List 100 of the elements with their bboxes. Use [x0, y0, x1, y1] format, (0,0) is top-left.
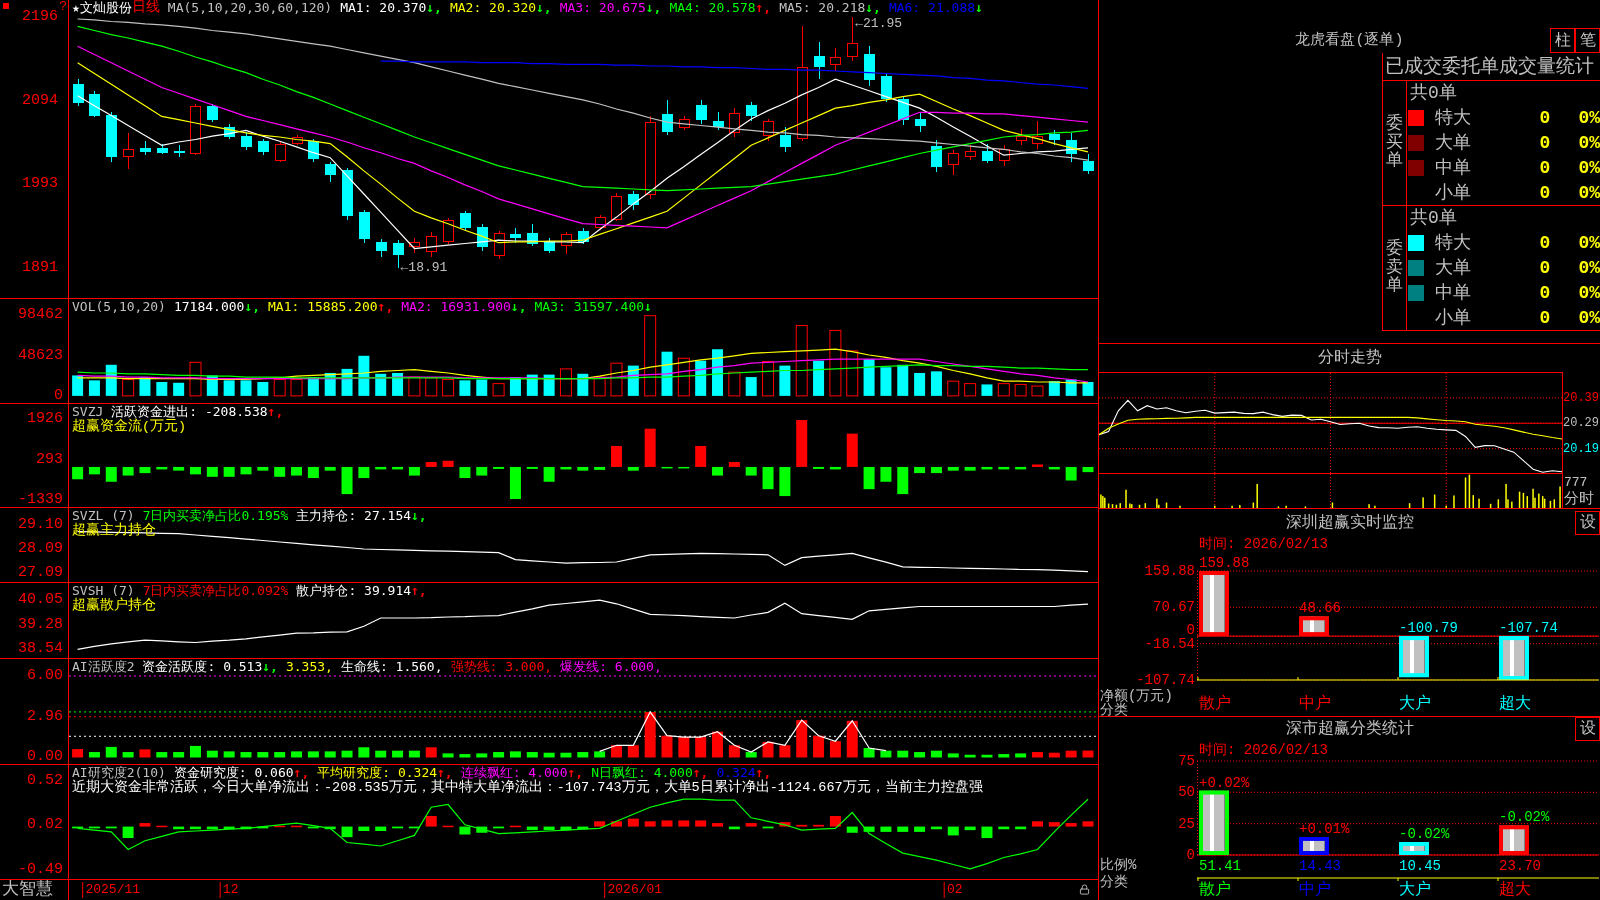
value-label: 159.88 — [1199, 556, 1250, 570]
axis-label: 20.39 — [1563, 390, 1599, 405]
axis-label: 0.52 — [27, 772, 63, 789]
legend-text: MA(5,10,20,30,60,120) — [167, 0, 333, 15]
order-count: 0 — [1539, 107, 1551, 128]
order-size-label: 特大 — [1435, 107, 1471, 128]
chart-subtitle: 时间: 2026/02/13 — [1199, 536, 1328, 552]
category-label: 散户 — [1199, 696, 1231, 712]
axis-label: 1926 — [27, 411, 63, 428]
legend-text: 散户持仓: 39.914 — [296, 583, 412, 598]
summary-text: 近期大资金非常活跃，今日大单净流出：-208.535万元，其中特大单净流出：-107.743万元，大单5日累计净出-1124.667万元，当前主力控盘强 — [72, 780, 983, 795]
axis-label: 75 — [1178, 754, 1195, 768]
order-count: 0 — [1539, 257, 1551, 278]
category-label: 大户 — [1399, 882, 1431, 898]
order-percent: 0% — [1578, 182, 1600, 203]
legend-text: 强势线: 3.000, — [450, 659, 553, 674]
order-size-label: 大单 — [1435, 257, 1471, 278]
order-percent: 0% — [1578, 257, 1600, 278]
value-label: -107.74 — [1499, 621, 1558, 636]
legend-text: 0.324 — [716, 765, 756, 780]
legend-text: MA5: 20.218 — [779, 0, 866, 15]
axis-label: -0.49 — [18, 861, 63, 878]
category-label: 超大 — [1499, 882, 1531, 898]
legend-text: MA2: 16931.900 — [401, 299, 511, 314]
change-label: -0.02% — [1499, 810, 1550, 825]
legend-text: MA1: 20.370 — [340, 0, 427, 15]
legend-text: 3.353, — [285, 659, 333, 674]
axis-title: 分类 — [1100, 875, 1128, 889]
axis-label: 25 — [1178, 816, 1195, 831]
axis-label: 0 — [1186, 622, 1195, 637]
chart-subtitle: 时间: 2026/02/13 — [1199, 741, 1328, 758]
value-label: 10.45 — [1399, 859, 1441, 873]
chart-title: 深市超赢分类统计 — [1285, 720, 1414, 738]
axis-label: 1993 — [22, 176, 58, 193]
order-count: 0 — [1539, 307, 1551, 328]
axis-label: 38.54 — [18, 641, 63, 658]
legend-text: SVZL (7) — [72, 508, 135, 523]
order-count: 0 — [1539, 132, 1551, 153]
legend-text: VOL(5,10,20) — [72, 299, 166, 314]
order-count: 0 — [1539, 232, 1551, 253]
date-label: 2026/01 — [604, 882, 663, 898]
value-label: -100.79 — [1399, 621, 1458, 636]
value-label: 51.41 — [1199, 859, 1241, 873]
legend-text: 连续飘红: 4.000 — [460, 765, 568, 780]
axis-label: -1339 — [18, 492, 63, 508]
order-count: 0 — [1539, 157, 1551, 178]
period-label: 分时 — [1564, 492, 1594, 508]
order-count: 0 — [1539, 182, 1551, 203]
brand-text: 大智慧 — [2, 881, 53, 899]
axis-label: 40.05 — [18, 591, 63, 608]
legend-text: AI活跃度2 — [72, 659, 135, 674]
axis-label: 50 — [1178, 785, 1195, 800]
help-mark: ? — [59, 0, 67, 13]
indicator-subtitle: 超赢资金流(万元) — [72, 419, 187, 434]
legend-text: MA4: 20.578 — [669, 0, 756, 15]
category-label: 中户 — [1299, 696, 1331, 712]
chart-title: 深圳超赢实时监控 — [1285, 513, 1414, 532]
axis-label: 2.96 — [27, 709, 63, 726]
order-percent: 0% — [1578, 307, 1600, 328]
category-label: 大户 — [1399, 696, 1431, 712]
order-size-label: 小单 — [1435, 182, 1471, 203]
value-label: 23.70 — [1499, 859, 1541, 873]
legend-text: 7日内买卖净占比0.195% — [142, 508, 289, 523]
change-label: +0.02% — [1199, 775, 1250, 790]
axis-label: 2094 — [22, 92, 58, 109]
legend-text: MA2: 20.320 — [449, 0, 537, 15]
axis-title: 比例% — [1100, 858, 1137, 872]
order-size-label: 中单 — [1435, 157, 1471, 178]
axis-label: 6.00 — [27, 667, 63, 684]
table-title: 已成交委托单成交量统计 — [1385, 55, 1594, 78]
legend-text: MA6: 21.088 — [888, 0, 976, 15]
chart-title: 分时走势 — [1317, 349, 1382, 367]
order-percent: 0% — [1578, 232, 1600, 253]
axis-label: 48623 — [18, 348, 63, 365]
legend-text: 活跃资金进出: -208.538 — [111, 404, 268, 419]
date-label: 02 — [943, 882, 963, 898]
order-count: 0 — [1539, 282, 1551, 303]
order-size-label: 小单 — [1435, 307, 1471, 328]
category-label: 中户 — [1299, 882, 1331, 898]
axis-label: 2196 — [22, 8, 58, 25]
axis-label: 159.88 — [1144, 564, 1195, 578]
category-label: 散户 — [1199, 882, 1231, 898]
legend-text: 资金活跃度: 0.513 — [142, 659, 263, 674]
axis-label: -18.54 — [1144, 636, 1195, 651]
value-label: 48.66 — [1299, 601, 1341, 616]
axis-label: 27.09 — [18, 565, 63, 582]
axis-title: 净额(万元) — [1100, 689, 1173, 703]
axis-label: 20.19 — [1563, 441, 1599, 456]
legend-text: N日飘红: 4.000 — [591, 765, 693, 780]
axis-label: 39.28 — [18, 616, 63, 633]
price-annotation: ←18.91 — [400, 261, 448, 276]
axis-label: 70.67 — [1153, 600, 1195, 615]
order-percent: 0% — [1578, 107, 1600, 128]
axis-label: 0 — [1186, 848, 1195, 862]
legend-text: MA1: 15885.200 — [268, 299, 378, 314]
order-total: 共0单 — [1410, 83, 1457, 103]
axis-label: 28.09 — [18, 540, 63, 557]
axis-label: 98462 — [18, 307, 63, 324]
order-percent: 0% — [1578, 157, 1600, 178]
date-label: 12 — [219, 882, 239, 898]
